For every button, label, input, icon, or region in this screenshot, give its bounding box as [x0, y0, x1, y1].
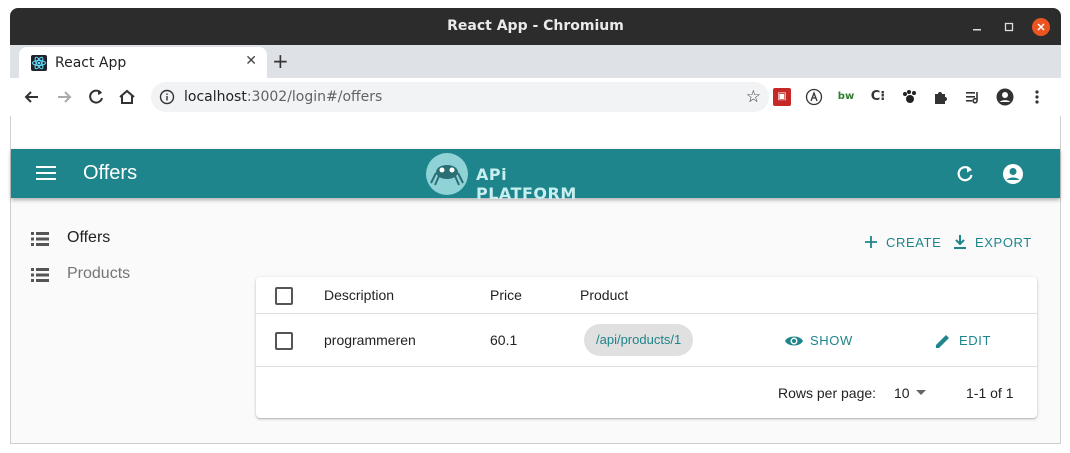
- select-all-checkbox[interactable]: [275, 287, 293, 305]
- extension-red-icon[interactable]: ▣: [773, 88, 791, 106]
- refresh-icon[interactable]: [955, 164, 975, 184]
- column-header-price[interactable]: Price: [490, 287, 522, 303]
- tab-close-icon[interactable]: ✕: [245, 53, 257, 69]
- url-host: localhost: [184, 89, 247, 105]
- list-icon: [31, 268, 49, 282]
- pencil-icon: [936, 335, 949, 348]
- browser-toolbar: localhost:3002/login#/offers ☆ ▣ bw C⁝: [10, 78, 1061, 116]
- info-icon[interactable]: [159, 89, 175, 105]
- plus-icon: [865, 236, 877, 248]
- back-icon[interactable]: [22, 87, 42, 107]
- cell-description: programmeren: [324, 332, 416, 348]
- column-header-product[interactable]: Product: [580, 287, 628, 303]
- browser-tab[interactable]: React App ✕: [19, 47, 267, 78]
- url-text[interactable]: localhost:3002/login#/offers: [184, 89, 382, 105]
- dropdown-arrow-icon: [916, 390, 926, 395]
- extension-a-icon[interactable]: [805, 88, 823, 106]
- extension-c-icon[interactable]: C⁝: [869, 88, 887, 106]
- spider-logo-icon: [426, 153, 468, 195]
- address-bar[interactable]: localhost:3002/login#/offers ☆: [151, 82, 769, 112]
- row-divider: [256, 366, 1037, 367]
- react-icon: [31, 55, 47, 71]
- app-bar: Offers APi PLATFORM: [11, 149, 1060, 203]
- rows-per-page-select[interactable]: 10: [894, 385, 934, 401]
- extension-bw-icon[interactable]: bw: [837, 88, 855, 106]
- page-viewport: Offers APi PLATFORM Offers Products CREA…: [10, 116, 1061, 444]
- reload-icon[interactable]: [86, 87, 106, 107]
- menu-dots-icon[interactable]: [1028, 88, 1046, 106]
- list-icon: [31, 232, 49, 246]
- api-platform-logo: APi PLATFORM: [426, 153, 606, 203]
- rows-per-page-value: 10: [894, 385, 910, 401]
- rows-per-page-label: Rows per page:: [778, 385, 877, 401]
- logo-text: APi PLATFORM: [476, 165, 577, 203]
- download-icon: [954, 235, 966, 249]
- profile-icon[interactable]: [996, 88, 1014, 106]
- edit-button[interactable]: EDIT: [933, 331, 998, 351]
- media-control-icon[interactable]: [964, 88, 982, 106]
- extension-paw-icon[interactable]: [901, 88, 919, 106]
- create-label: CREATE: [886, 235, 942, 250]
- tab-strip: React App ✕ +: [10, 45, 1061, 78]
- minimize-icon[interactable]: [968, 18, 986, 36]
- home-icon[interactable]: [117, 87, 137, 107]
- page-title: Offers: [83, 162, 138, 184]
- create-button[interactable]: CREATE: [863, 233, 943, 253]
- bookmark-star-icon[interactable]: ☆: [746, 87, 761, 107]
- row-checkbox[interactable]: [275, 332, 293, 350]
- url-path: :3002/login#/offers: [246, 89, 383, 105]
- show-button[interactable]: SHOW: [784, 331, 859, 351]
- show-label: SHOW: [810, 333, 853, 348]
- window-title: React App - Chromium: [447, 18, 624, 34]
- product-reference-chip[interactable]: /api/products/1: [584, 324, 694, 356]
- edit-label: EDIT: [959, 333, 992, 348]
- account-circle-icon[interactable]: [1002, 163, 1024, 185]
- forward-icon[interactable]: [54, 87, 74, 107]
- new-tab-button[interactable]: +: [272, 49, 289, 73]
- cell-price: 60.1: [490, 332, 518, 348]
- hamburger-menu-icon[interactable]: [36, 164, 56, 182]
- page-top-spacer: [11, 116, 1060, 149]
- tab-title: React App: [55, 55, 127, 71]
- sidebar-item-label: Offers: [67, 229, 111, 246]
- eye-icon: [785, 336, 803, 346]
- close-window-icon[interactable]: [1032, 18, 1050, 36]
- offers-table: Description Price Product programmeren 6…: [256, 277, 1037, 418]
- pagination-range: 1-1 of 1: [966, 385, 1014, 401]
- export-label: EXPORT: [975, 235, 1032, 250]
- extensions-puzzle-icon[interactable]: [932, 88, 950, 106]
- column-header-description[interactable]: Description: [324, 287, 394, 303]
- maximize-icon[interactable]: [1000, 18, 1018, 36]
- export-button[interactable]: EXPORT: [952, 233, 1034, 253]
- window-titlebar: React App - Chromium: [10, 8, 1061, 45]
- header-divider: [256, 313, 1037, 314]
- sidebar-item-label: Products: [67, 265, 131, 282]
